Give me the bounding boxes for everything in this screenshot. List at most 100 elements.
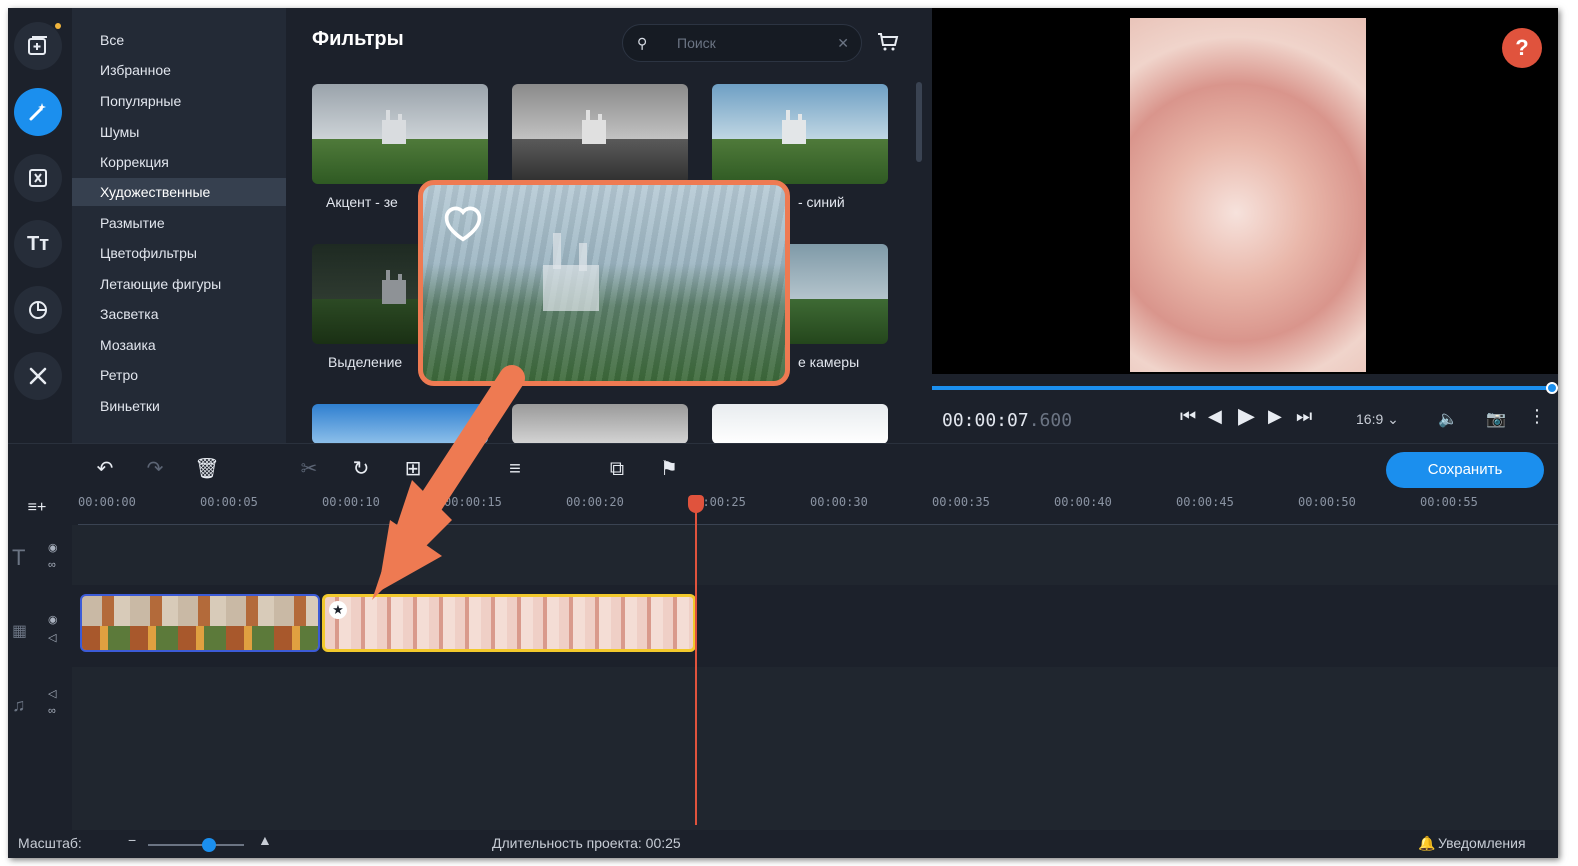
- filter-thumb[interactable]: [312, 404, 488, 444]
- tool-rail: Tт: [8, 8, 72, 443]
- category-all[interactable]: Все: [72, 26, 286, 54]
- snapshot-icon[interactable]: 📷: [1486, 409, 1506, 429]
- volume-icon[interactable]: 🔈: [1438, 409, 1458, 429]
- stickers-tool-button[interactable]: [14, 286, 62, 334]
- link-icon[interactable]: ∞: [48, 705, 56, 717]
- ruler-tick: 00:00:20: [566, 495, 624, 509]
- zoom-in-icon[interactable]: ▲: [258, 832, 272, 848]
- titles-icon: Tт: [26, 232, 49, 255]
- mute-icon[interactable]: ◁: [48, 687, 56, 700]
- skip-to-end-icon[interactable]: ⏭: [1296, 406, 1312, 427]
- playhead-handle[interactable]: [688, 495, 704, 513]
- marker-flag-icon[interactable]: ⚑: [656, 456, 682, 482]
- ruler-tick: 00:00:40: [1054, 495, 1112, 509]
- filter-label: Выделение: [328, 354, 403, 370]
- category-flying-shapes[interactable]: Летающие фигуры: [72, 270, 286, 298]
- filter-thumb[interactable]: [712, 404, 888, 444]
- search-icon: ⚲: [637, 35, 648, 51]
- ruler-tick: 00:00:00: [78, 495, 136, 509]
- category-blur[interactable]: Размытие: [72, 209, 286, 237]
- magic-wand-icon: [29, 103, 46, 121]
- cart-icon[interactable]: [876, 30, 900, 54]
- more-tools-button[interactable]: [14, 352, 62, 400]
- cut-icon[interactable]: ✂: [296, 456, 322, 482]
- filter-thumb[interactable]: [512, 84, 688, 184]
- preview-panel: ? 00:00:07.600 ⏮ ◀ ▶ ▶ ⏭ 16:9 ⌄ 🔈 📷 ⋮: [932, 8, 1558, 443]
- add-track-icon[interactable]: ≡+: [24, 495, 50, 521]
- more-options-icon[interactable]: ⋮: [1528, 406, 1546, 427]
- ruler-tick: 00:00:10: [322, 495, 380, 509]
- category-light-leaks[interactable]: Засветка: [72, 300, 286, 328]
- mute-icon[interactable]: ◁: [48, 631, 56, 644]
- play-icon[interactable]: ▶: [1238, 403, 1255, 429]
- selected-video-clip[interactable]: ★: [322, 594, 696, 652]
- transitions-tool-button[interactable]: [14, 154, 62, 202]
- status-bar: Масштаб: − ▲ Длительность проекта: 00:25…: [8, 830, 1558, 858]
- category-vignettes[interactable]: Виньетки: [72, 392, 286, 420]
- video-player[interactable]: ?: [932, 8, 1558, 374]
- skip-to-start-icon[interactable]: ⏮: [1180, 406, 1196, 427]
- ruler-tick: 00:00:50: [1298, 495, 1356, 509]
- category-popular[interactable]: Популярные: [72, 87, 286, 115]
- video-clip[interactable]: [80, 594, 320, 652]
- zoom-label: Масштаб:: [18, 835, 82, 851]
- filters-tool-button[interactable]: [14, 88, 62, 136]
- redo-icon[interactable]: ↷: [142, 456, 168, 482]
- category-artistic[interactable]: Художественные: [72, 178, 286, 206]
- notifications-link[interactable]: Уведомления: [1438, 835, 1526, 851]
- search-field[interactable]: ⚲ Поиск ✕: [622, 24, 862, 62]
- undo-icon[interactable]: ↶: [92, 456, 118, 482]
- zoom-slider[interactable]: [148, 844, 244, 846]
- bell-icon[interactable]: 🔔: [1418, 835, 1435, 852]
- delete-icon[interactable]: 🗑: [194, 456, 220, 482]
- sticker-icon: [29, 301, 47, 319]
- filter-thumb[interactable]: [512, 404, 688, 444]
- playback-progress-knob[interactable]: [1546, 382, 1558, 394]
- category-mosaic[interactable]: Мозаика: [72, 331, 286, 359]
- ruler-tick: 00:00:30: [810, 495, 868, 509]
- favorite-heart-icon[interactable]: [441, 203, 485, 243]
- next-frame-icon[interactable]: ▶: [1268, 406, 1282, 427]
- playhead-line: [695, 495, 697, 825]
- filter-categories: Все Избранное Популярные Шумы Коррекция …: [72, 8, 286, 443]
- clip-properties-icon[interactable]: ≡: [502, 456, 528, 482]
- overlay-icon[interactable]: ⧉: [604, 456, 630, 482]
- text-track-icon: T: [12, 545, 26, 570]
- filter-thumb[interactable]: [712, 84, 888, 184]
- ruler-tick: 00:00:45: [1176, 495, 1234, 509]
- import-button[interactable]: [14, 22, 62, 70]
- clear-search-icon[interactable]: ✕: [837, 25, 849, 61]
- category-noise[interactable]: Шумы: [72, 118, 286, 146]
- text-track[interactable]: [72, 525, 1558, 585]
- transitions-icon: [29, 169, 47, 187]
- link-icon[interactable]: ∞: [48, 559, 56, 571]
- titles-tool-button[interactable]: Tт: [14, 220, 62, 268]
- audio-track[interactable]: [72, 667, 1558, 830]
- category-retro[interactable]: Ретро: [72, 361, 286, 389]
- filter-label: Акцент - зе: [326, 194, 398, 210]
- visibility-icon[interactable]: ◉: [48, 541, 58, 554]
- project-duration: Длительность проекта: 00:25: [492, 835, 681, 851]
- filters-title: Фильтры: [312, 28, 404, 50]
- aspect-ratio-select[interactable]: 16:9 ⌄: [1356, 411, 1399, 428]
- playback-progress-bar[interactable]: [932, 386, 1554, 390]
- rotate-icon[interactable]: ↻: [348, 456, 374, 482]
- castle-image: [543, 233, 599, 311]
- previous-frame-icon[interactable]: ◀: [1208, 406, 1222, 427]
- crop-icon[interactable]: ⊞: [400, 456, 426, 482]
- category-favorites[interactable]: Избранное: [72, 56, 286, 84]
- zoom-slider-knob[interactable]: [202, 838, 216, 852]
- video-frame: [1130, 18, 1366, 372]
- new-indicator-dot: [55, 23, 61, 29]
- timeline-ruler[interactable]: ≡+ 00:00:00 00:00:05 00:00:10 00:00:15 0…: [8, 491, 1558, 525]
- help-button[interactable]: ?: [1502, 28, 1542, 68]
- timeline-area[interactable]: [72, 525, 1558, 830]
- filter-thumb[interactable]: [312, 84, 488, 184]
- category-correction[interactable]: Коррекция: [72, 148, 286, 176]
- save-button[interactable]: Сохранить: [1386, 452, 1544, 488]
- filter-drag-preview[interactable]: [418, 180, 790, 386]
- visibility-icon[interactable]: ◉: [48, 613, 58, 626]
- category-color-filters[interactable]: Цветофильтры: [72, 239, 286, 267]
- filters-scrollbar[interactable]: [916, 82, 922, 162]
- zoom-out-icon[interactable]: −: [128, 832, 136, 848]
